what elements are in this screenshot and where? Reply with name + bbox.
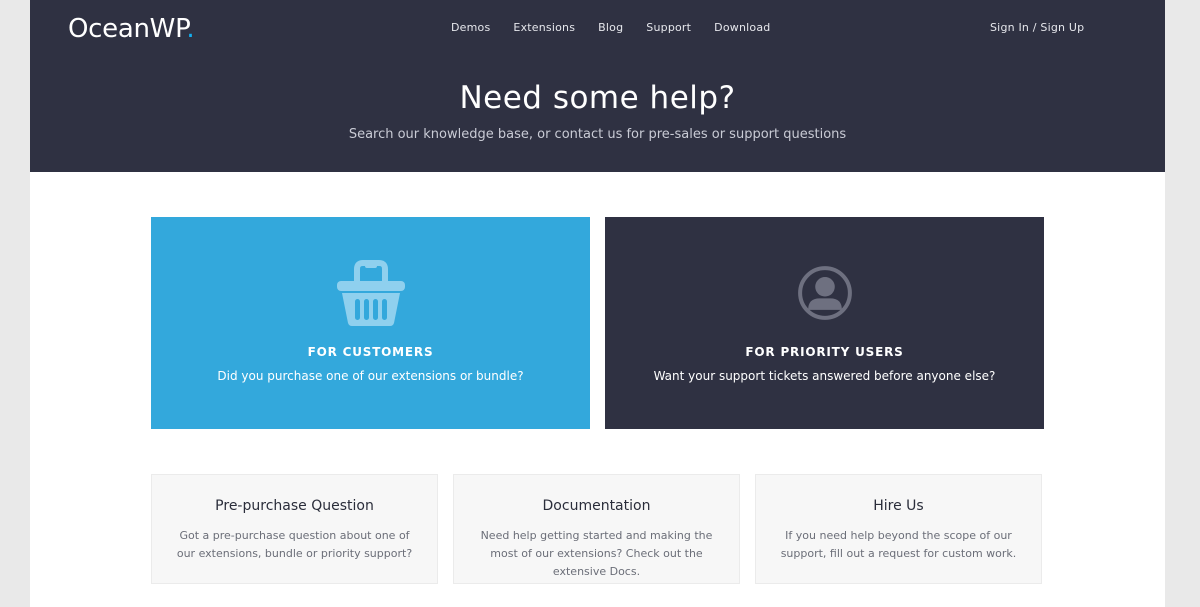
priority-title: FOR PRIORITY USERS [745, 345, 904, 359]
logo-text: OceanWP [68, 14, 187, 44]
user-circle-icon [798, 266, 852, 320]
customers-card[interactable]: FOR CUSTOMERS Did you purchase one of ou… [151, 217, 590, 429]
main-nav: Demos Extensions Blog Support Download [451, 21, 793, 34]
nav-extensions[interactable]: Extensions [513, 21, 575, 34]
site-logo[interactable]: OceanWP. [68, 14, 195, 44]
basket-icon [337, 260, 405, 326]
hire-us-card[interactable]: Hire Us If you need help beyond the scop… [755, 474, 1042, 584]
hire-us-desc: If you need help beyond the scope of our… [780, 529, 1017, 560]
priority-desc: Want your support tickets answered befor… [653, 369, 996, 383]
page: OceanWP. Demos Extensions Blog Support D… [30, 0, 1165, 607]
hire-us-title: Hire Us [873, 498, 924, 514]
documentation-card[interactable]: Documentation Need help getting started … [453, 474, 740, 584]
page-subtitle: Search our knowledge base, or contact us… [348, 127, 847, 142]
documentation-title: Documentation [542, 498, 651, 514]
customers-desc: Did you purchase one of our extensions o… [217, 369, 524, 383]
nav-support[interactable]: Support [646, 21, 691, 34]
pre-purchase-title: Pre-purchase Question [215, 498, 374, 514]
signin-link[interactable]: Sign In / Sign Up [990, 21, 1084, 34]
site-header: OceanWP. Demos Extensions Blog Support D… [30, 0, 1165, 172]
nav-download[interactable]: Download [714, 21, 770, 34]
priority-users-card[interactable]: FOR PRIORITY USERS Want your support tic… [605, 217, 1044, 429]
pre-purchase-card[interactable]: Pre-purchase Question Got a pre-purchase… [151, 474, 438, 584]
nav-demos[interactable]: Demos [451, 21, 490, 34]
page-title: Need some help? [459, 80, 736, 116]
pre-purchase-desc: Got a pre-purchase question about one of… [176, 529, 413, 560]
logo-dot: . [186, 14, 195, 44]
documentation-desc: Need help getting started and making the… [480, 529, 713, 578]
customers-title: FOR CUSTOMERS [307, 345, 434, 359]
nav-blog[interactable]: Blog [598, 21, 623, 34]
